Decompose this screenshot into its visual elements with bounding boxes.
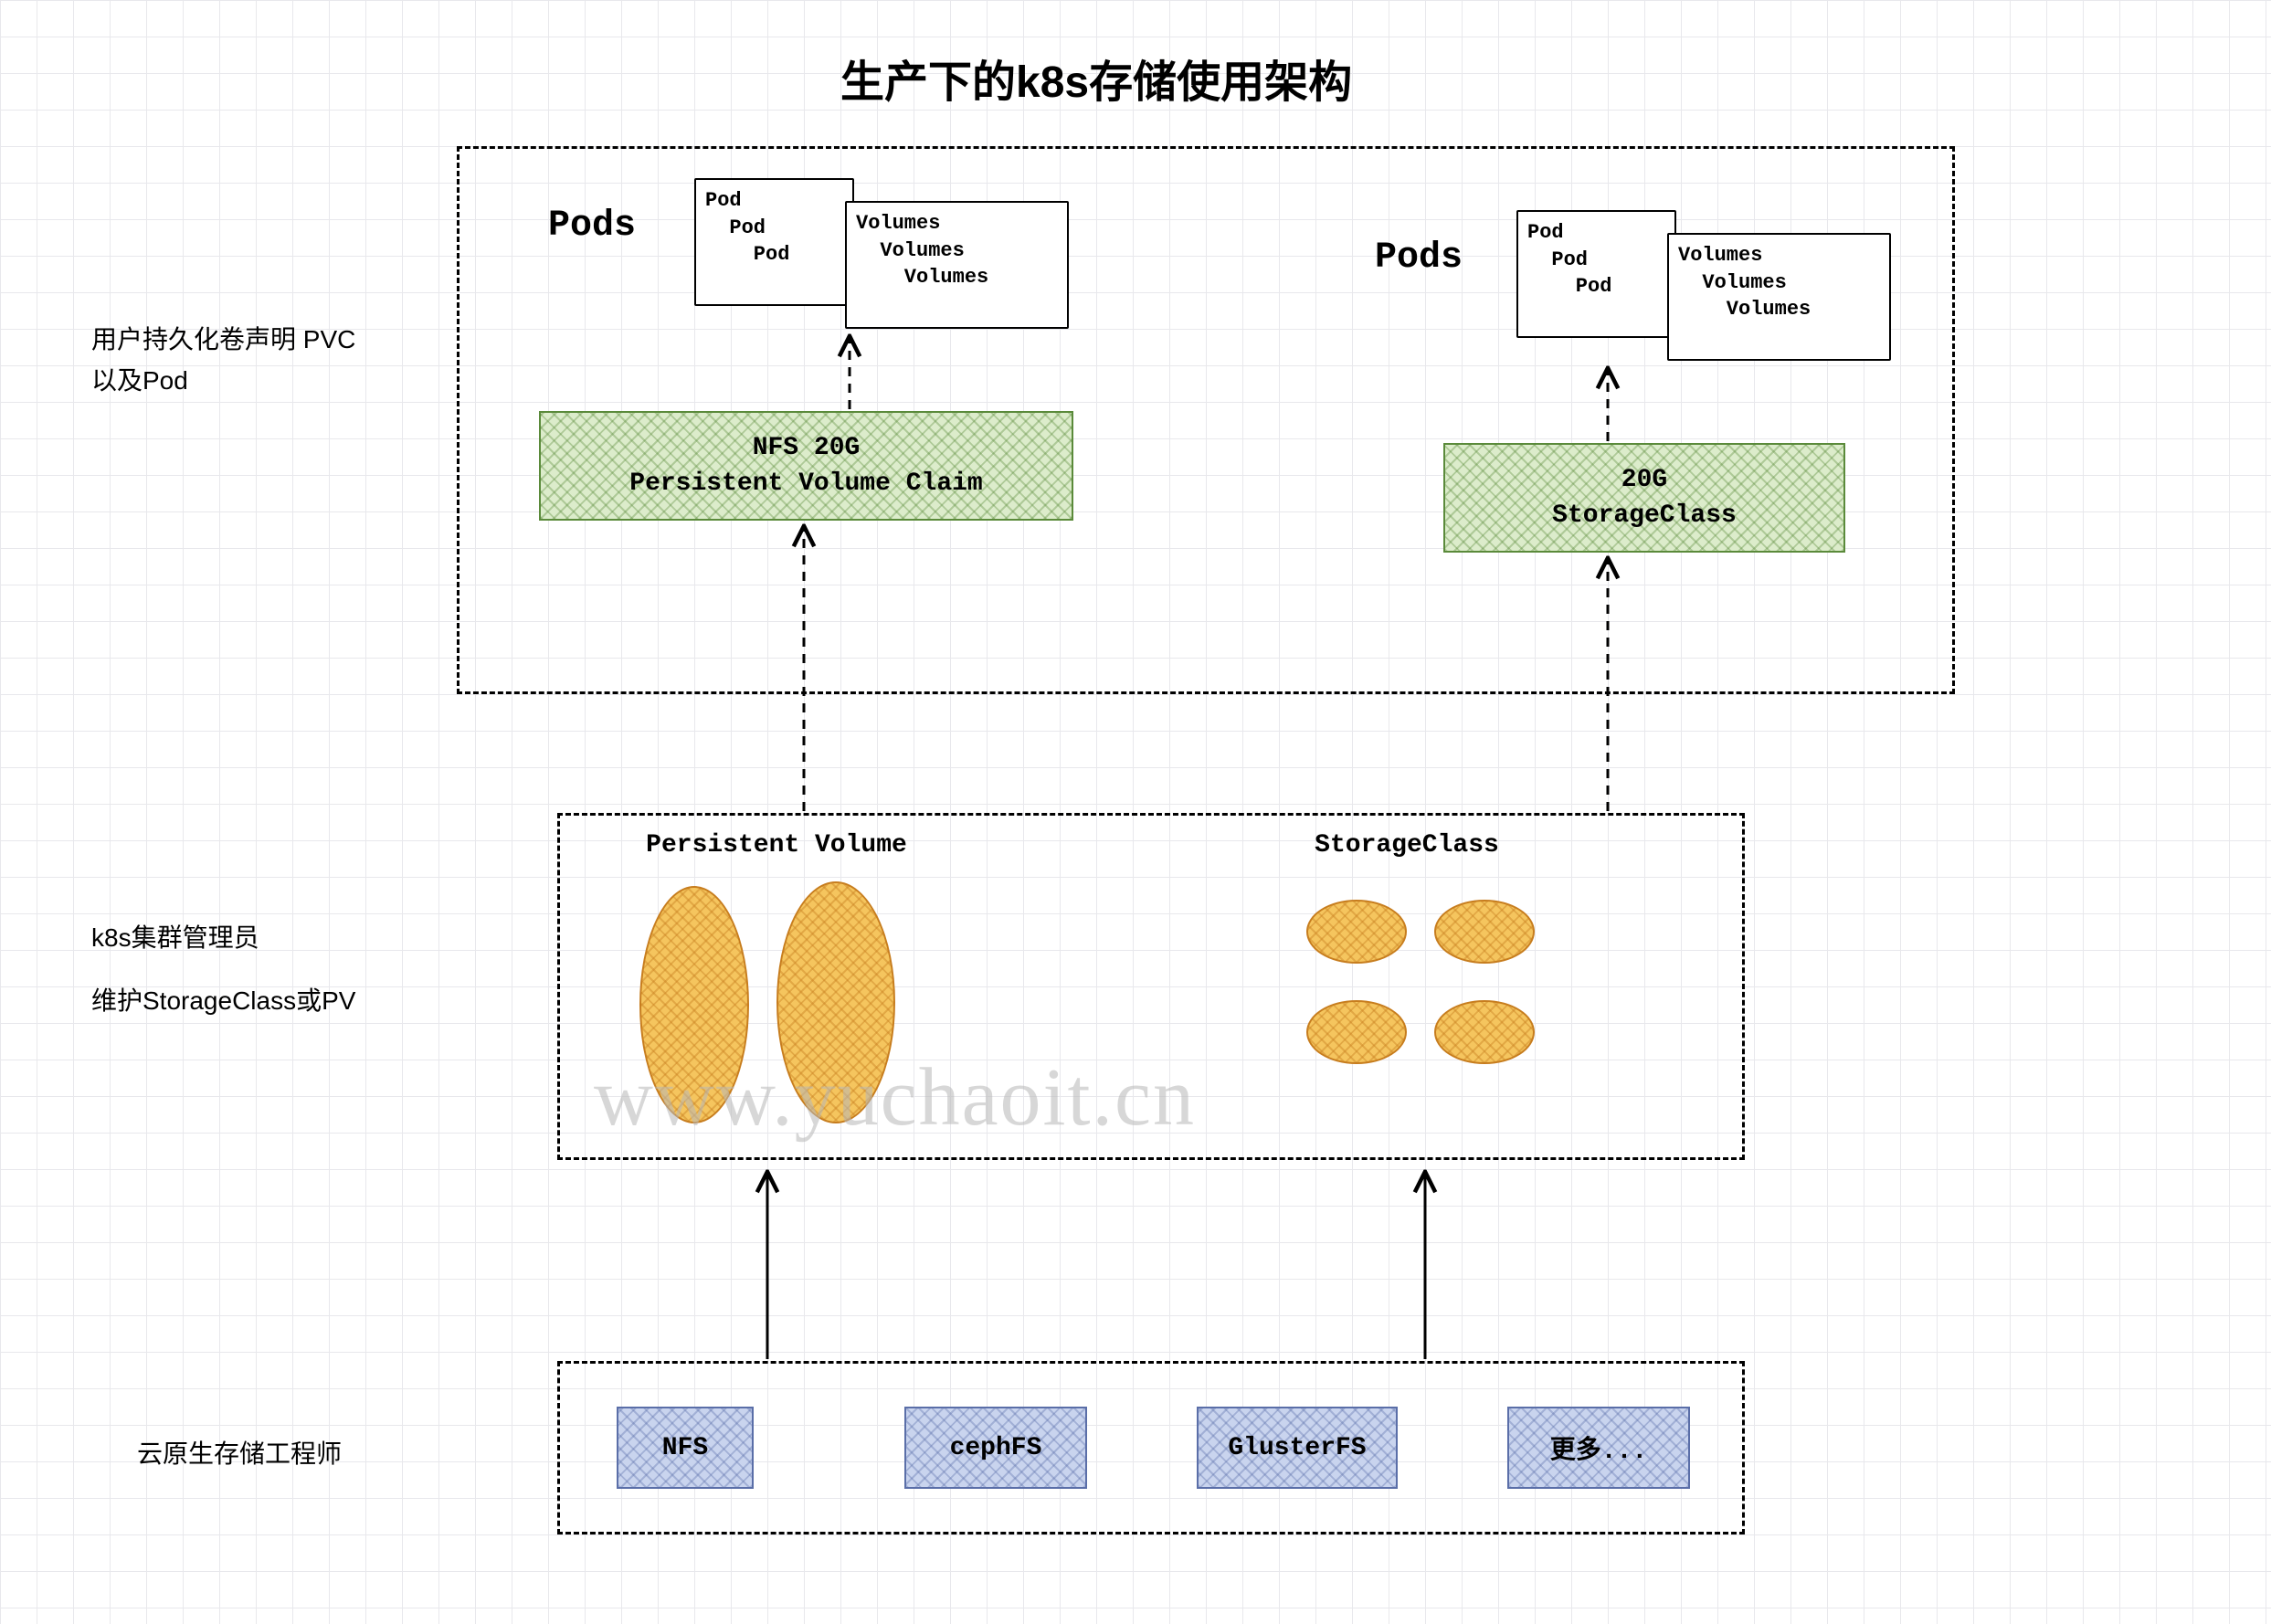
role-user-line2: 以及Pod xyxy=(91,361,355,402)
volumes-stack-box-right: Volumes Volumes Volumes xyxy=(1667,233,1891,361)
sc-ellipse-4 xyxy=(1434,1000,1535,1064)
pods-heading-right: Pods xyxy=(1375,237,1463,279)
pod-stack-text-right: Pod Pod Pod xyxy=(1518,212,1674,308)
sc-ellipse-3 xyxy=(1306,1000,1407,1064)
role-admin-line2: 维护StorageClass或PV xyxy=(91,981,355,1022)
storage-nfs-label: NFS xyxy=(662,1434,708,1462)
role-admin-label: k8s集群管理员 维护StorageClass或PV xyxy=(91,918,355,1022)
pod-stack-box-right: Pod Pod Pod xyxy=(1516,210,1676,338)
storage-more-label: 更多... xyxy=(1550,1429,1647,1466)
role-user-label: 用户持久化卷声明 PVC 以及Pod xyxy=(91,320,355,402)
role-admin-line1: k8s集群管理员 xyxy=(91,918,355,959)
storage-cephfs-label: cephFS xyxy=(950,1434,1042,1462)
pods-heading-left: Pods xyxy=(548,206,636,247)
sc-ellipse-1 xyxy=(1306,900,1407,964)
sc-claim-line2: StorageClass xyxy=(1552,498,1737,533)
volumes-stack-text-right: Volumes Volumes Volumes xyxy=(1669,235,1889,331)
pod-stack-text-left: Pod Pod Pod xyxy=(696,180,852,276)
pod-stack-box-left: Pod Pod Pod xyxy=(694,178,854,306)
volumes-stack-box-left: Volumes Volumes Volumes xyxy=(845,201,1069,329)
storage-cephfs: cephFS xyxy=(904,1407,1087,1489)
pv-label: Persistent Volume xyxy=(621,831,932,859)
sc-claim-line1: 20G xyxy=(1621,462,1667,498)
storage-glusterfs: GlusterFS xyxy=(1197,1407,1398,1489)
watermark: www.yuchaoit.cn xyxy=(594,1050,1196,1144)
sc-ellipse-2 xyxy=(1434,900,1535,964)
storage-glusterfs-label: GlusterFS xyxy=(1228,1434,1366,1462)
role-user-line1: 用户持久化卷声明 PVC xyxy=(91,320,355,361)
volumes-stack-text-left: Volumes Volumes Volumes xyxy=(847,203,1067,299)
storage-more: 更多... xyxy=(1507,1407,1690,1489)
role-storage-label: 云原生存储工程师 xyxy=(137,1434,342,1475)
pvc-line1: NFS 20G xyxy=(753,430,861,466)
diagram-title: 生产下的k8s存储使用架构 xyxy=(840,46,1352,110)
storage-nfs: NFS xyxy=(617,1407,754,1489)
sc-label: StorageClass xyxy=(1279,831,1535,859)
pvc-box: NFS 20G Persistent Volume Claim xyxy=(539,411,1073,521)
sc-claim-box: 20G StorageClass xyxy=(1443,443,1845,553)
pvc-line2: Persistent Volume Claim xyxy=(629,466,982,501)
